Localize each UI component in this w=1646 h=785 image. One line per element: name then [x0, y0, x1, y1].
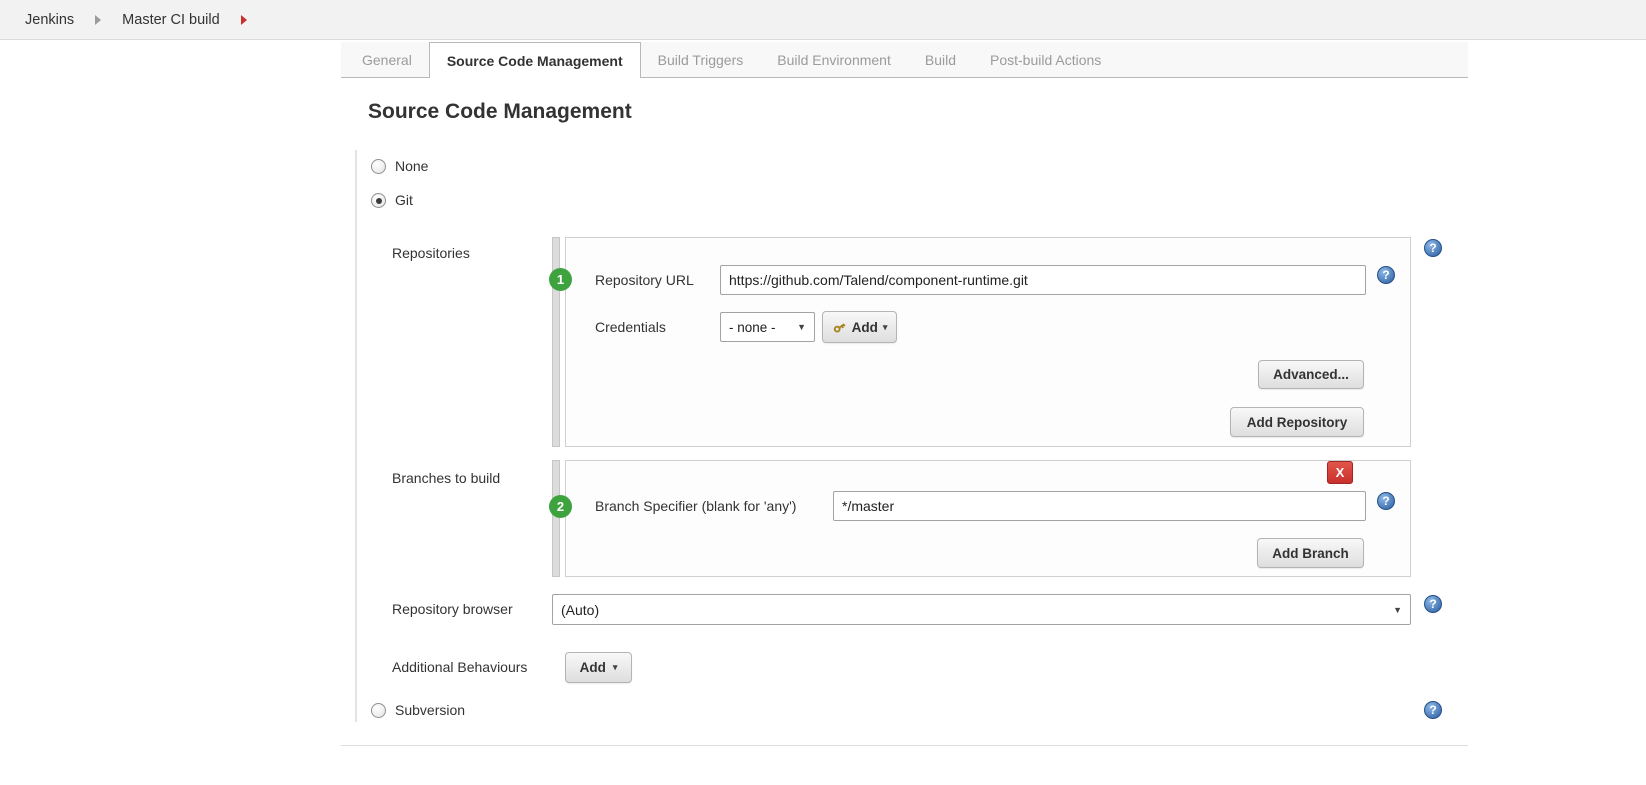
repository-url-input[interactable]: [720, 265, 1366, 295]
breadcrumb-separator-icon: [95, 15, 101, 25]
form-indent-line: [355, 150, 357, 722]
branch-specifier-label: Branch Specifier (blank for 'any'): [595, 498, 796, 514]
advanced-button-label: Advanced...: [1273, 367, 1349, 382]
step-badge-2: 2: [549, 495, 572, 518]
breadcrumb-item-job[interactable]: Master CI build: [122, 12, 220, 28]
advanced-button[interactable]: Advanced...: [1258, 360, 1364, 389]
section-divider: [341, 745, 1468, 746]
credentials-label: Credentials: [595, 319, 666, 335]
radio-subversion-label[interactable]: Subversion: [395, 702, 465, 718]
jenkins-configure-page: Jenkins Master CI build General Source C…: [0, 0, 1646, 785]
branches-section-label: Branches to build: [392, 470, 500, 486]
chevron-down-icon: ▼: [1393, 605, 1402, 615]
additional-behaviours-add-label: Add: [580, 660, 606, 675]
repository-url-help-icon[interactable]: ?: [1377, 266, 1395, 284]
credentials-add-label: Add: [852, 320, 878, 335]
tab-source-code-management[interactable]: Source Code Management: [429, 42, 641, 78]
tab-build-environment[interactable]: Build Environment: [760, 42, 908, 78]
chevron-down-icon: ▾: [883, 322, 888, 333]
breadcrumb: Jenkins Master CI build: [0, 0, 1646, 40]
help-glyph: ?: [1382, 268, 1389, 282]
additional-behaviours-label: Additional Behaviours: [392, 659, 527, 675]
tab-build[interactable]: Build: [908, 42, 973, 78]
breadcrumb-item-jenkins[interactable]: Jenkins: [25, 12, 74, 28]
config-tabbar: General Source Code Management Build Tri…: [341, 42, 1468, 78]
key-icon: [832, 320, 847, 335]
repository-browser-select[interactable]: (Auto) ▼: [552, 594, 1411, 625]
add-repository-button[interactable]: Add Repository: [1230, 407, 1364, 437]
add-branch-button[interactable]: Add Branch: [1257, 538, 1364, 568]
credentials-select[interactable]: - none - ▼: [720, 312, 815, 342]
radio-none-label[interactable]: None: [395, 158, 428, 174]
page-title: Source Code Management: [368, 100, 632, 124]
repository-url-label: Repository URL: [595, 272, 694, 288]
help-glyph: ?: [1429, 703, 1436, 717]
radio-git[interactable]: [371, 193, 386, 208]
additional-behaviours-add-button[interactable]: Add ▾: [565, 652, 632, 683]
tab-post-build-actions[interactable]: Post-build Actions: [973, 42, 1118, 78]
breadcrumb-context-arrow-icon[interactable]: [241, 15, 247, 25]
repositories-section-label: Repositories: [392, 245, 470, 261]
help-glyph: ?: [1429, 241, 1436, 255]
branch-specifier-input[interactable]: [833, 491, 1366, 521]
chevron-down-icon: ▾: [613, 662, 618, 673]
credentials-selected-value: - none -: [729, 320, 776, 335]
repository-browser-selected-value: (Auto): [561, 602, 599, 618]
credentials-add-button[interactable]: Add ▾: [822, 311, 897, 343]
step-badge-1: 1: [549, 268, 572, 291]
subversion-help-icon[interactable]: ?: [1424, 701, 1442, 719]
radio-git-label[interactable]: Git: [395, 192, 413, 208]
radio-none[interactable]: [371, 159, 386, 174]
repository-browser-help-icon[interactable]: ?: [1424, 595, 1442, 613]
repositories-help-icon[interactable]: ?: [1424, 239, 1442, 257]
radio-subversion[interactable]: [371, 703, 386, 718]
help-glyph: ?: [1382, 494, 1389, 508]
add-branch-label: Add Branch: [1272, 546, 1349, 561]
tab-build-triggers[interactable]: Build Triggers: [641, 42, 761, 78]
add-repository-label: Add Repository: [1247, 415, 1348, 430]
branch-delete-button[interactable]: X: [1327, 461, 1353, 484]
repository-browser-label: Repository browser: [392, 601, 513, 617]
chevron-down-icon: ▼: [797, 322, 806, 332]
branch-specifier-help-icon[interactable]: ?: [1377, 492, 1395, 510]
tab-general[interactable]: General: [345, 42, 429, 78]
help-glyph: ?: [1429, 597, 1436, 611]
branches-drag-handle[interactable]: [552, 460, 560, 577]
